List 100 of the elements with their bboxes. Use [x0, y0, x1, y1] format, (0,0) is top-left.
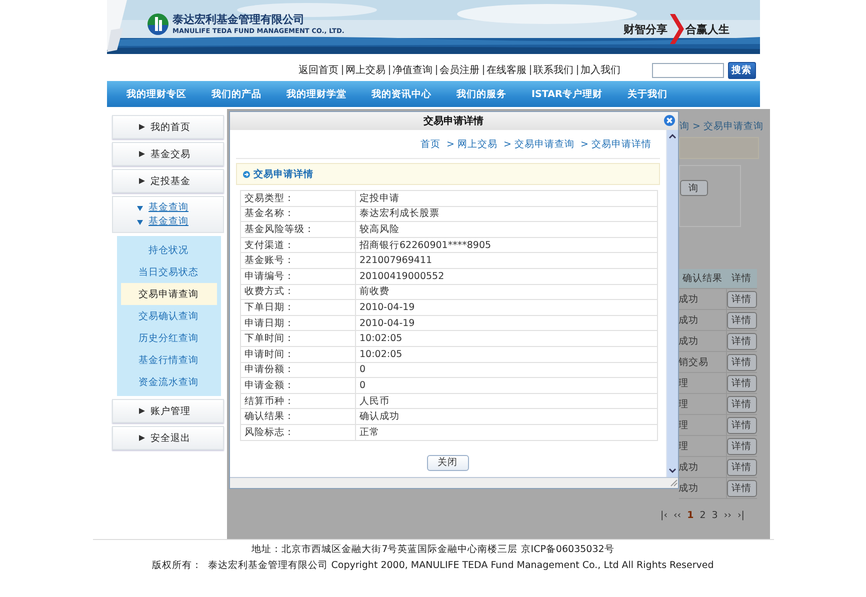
section-title: 交易申请详情	[254, 168, 314, 180]
field-value: 0	[355, 378, 657, 394]
details-button[interactable]: 详情	[726, 396, 756, 412]
search-field[interactable]	[652, 62, 724, 78]
field-label: 申请份额：	[240, 362, 355, 378]
copyright-label: 版权所有：	[152, 559, 202, 572]
field-value: 2010-04-19	[355, 300, 657, 316]
field-value: 正常	[355, 424, 657, 440]
details-button[interactable]: 详情	[726, 332, 756, 350]
submenu-item[interactable]: 基金行情查询	[120, 349, 216, 371]
nav-item[interactable]: 我的理财学堂	[286, 88, 346, 100]
field-label: 基金账号：	[240, 252, 355, 268]
sidebar-group-link[interactable]: 基金查询	[136, 215, 222, 228]
submenu-item[interactable]: 当日交易状态	[120, 261, 216, 283]
field-value: 定投申请	[355, 190, 657, 206]
scrollbar[interactable]	[666, 130, 678, 477]
triangle-icon	[138, 408, 144, 414]
details-button[interactable]: 详情	[726, 480, 756, 496]
scroll-down-icon[interactable]	[668, 467, 676, 474]
slogan-text: 合赢人生	[686, 22, 730, 36]
copyright-text: 泰达宏利基金管理有限公司 Copyright 2000, MANULIFE TEDA Fund Management Co., Ltd All Rights Reserved	[208, 559, 714, 572]
field-value: 221007969411	[355, 252, 657, 268]
first-page-link[interactable]: |‹	[660, 510, 668, 521]
submenu-item[interactable]: 交易申请查询	[120, 283, 216, 305]
field-value: 招商银行62260901****8905	[355, 237, 657, 253]
query-button[interactable]: 询	[680, 180, 708, 196]
breadcrumb-link[interactable]: > 交易申请详情	[580, 138, 652, 150]
details-button[interactable]: 详情	[726, 374, 756, 392]
sidebar-group-link[interactable]: 基金查询	[136, 201, 222, 214]
search-button[interactable]: 搜索	[728, 62, 756, 78]
field-label: 确认结果：	[240, 408, 355, 424]
nav-item[interactable]: 我们的服务	[456, 88, 506, 100]
nav-item[interactable]: ISTAR专户理财	[532, 88, 602, 100]
submenu-item[interactable]: 历史分红查询	[120, 327, 216, 349]
top-link[interactable]: 加入我们	[578, 63, 624, 77]
details-button[interactable]: 详情	[726, 458, 756, 476]
field-label: 下单日期：	[240, 300, 355, 316]
nav-item[interactable]: 我们的产品	[212, 88, 262, 100]
triangle-icon	[138, 151, 144, 157]
field-label: 支付渠道：	[240, 237, 355, 253]
top-link[interactable]: 联系我们	[530, 63, 576, 77]
resize-grip-icon[interactable]	[668, 478, 678, 487]
previous-page-link[interactable]: ‹‹	[674, 510, 682, 521]
scroll-up-icon[interactable]	[668, 133, 676, 140]
field-value: 确认成功	[355, 408, 657, 424]
logo-icon	[146, 12, 168, 34]
page-link[interactable]: 1	[687, 510, 694, 521]
sidebar-item[interactable]: 基金交易	[112, 142, 224, 166]
sidebar-item[interactable]: 安全退出	[112, 426, 224, 450]
details-button[interactable]: 详情	[726, 290, 756, 308]
top-link[interactable]: 净值查询	[390, 63, 436, 77]
field-value: 20100419000552	[355, 268, 657, 284]
breadcrumb-link[interactable]: > 网上交易	[446, 138, 498, 150]
sidebar-item[interactable]: 定投基金	[112, 169, 224, 193]
nav-item[interactable]: 我的理财专区	[126, 88, 186, 100]
details-button[interactable]: 详情	[726, 416, 756, 434]
column-header: 详情	[726, 269, 756, 288]
close-icon[interactable]	[664, 115, 674, 126]
triangle-icon	[138, 124, 144, 130]
field-label: 下单时间：	[240, 330, 355, 346]
field-value: 0	[355, 362, 657, 378]
nav-item[interactable]: 关于我们	[627, 88, 668, 100]
submenu-item[interactable]: 交易确认查询	[120, 305, 216, 327]
top-link[interactable]: 会员注册	[436, 63, 482, 77]
column-header: 确认结果	[678, 269, 726, 288]
submenu-item[interactable]: 资金流水查询	[120, 371, 216, 393]
details-button[interactable]: 详情	[726, 438, 756, 454]
field-value: 较高风险	[355, 222, 657, 238]
field-label: 风险标志：	[240, 424, 355, 440]
field-label: 申请编号：	[240, 268, 355, 284]
chevron-icon	[670, 14, 684, 44]
triangle-icon	[138, 435, 144, 441]
field-label: 交易类型：	[240, 190, 355, 206]
dialog-title: 交易申请详情	[424, 114, 484, 128]
page-link[interactable]: 3	[712, 510, 718, 521]
field-value: 2010-04-19	[355, 315, 657, 331]
submenu-item[interactable]: 持仓状况	[120, 239, 216, 261]
last-page-link[interactable]: ›|	[737, 510, 744, 521]
address-text: 地址：北京市西城区金融大街7号英蓝国际金融中心南楼三层 京ICP备06035032号	[252, 543, 614, 556]
company-name: 泰达宏利基金管理有限公司	[172, 12, 306, 27]
next-page-link[interactable]: ››	[724, 510, 732, 521]
sidebar-item[interactable]: 我的首页	[112, 115, 224, 139]
top-link[interactable]: 在线客服	[484, 63, 530, 77]
breadcrumb-link[interactable]: > 交易申请查询	[504, 138, 575, 150]
details-button[interactable]: 详情	[726, 312, 756, 328]
field-label: 结算币种：	[240, 393, 355, 409]
arrow-icon	[242, 170, 250, 178]
field-value: 泰达宏利成长股票	[355, 206, 657, 222]
nav-item[interactable]: 我的资讯中心	[372, 88, 432, 100]
top-link[interactable]: 返回首页	[296, 63, 342, 77]
field-value: 10:02:05	[355, 346, 657, 362]
page-link[interactable]: 2	[700, 510, 706, 521]
field-value: 前收费	[355, 284, 657, 300]
field-label: 申请金额：	[240, 378, 355, 394]
close-button[interactable]: 关闭	[426, 454, 468, 470]
breadcrumb-link[interactable]: 首页	[420, 138, 441, 150]
top-link[interactable]: 网上交易	[342, 63, 388, 77]
details-button[interactable]: 详情	[726, 354, 756, 370]
sidebar-item[interactable]: 账户管理	[112, 399, 224, 423]
field-label: 基金风险等级：	[240, 222, 355, 238]
